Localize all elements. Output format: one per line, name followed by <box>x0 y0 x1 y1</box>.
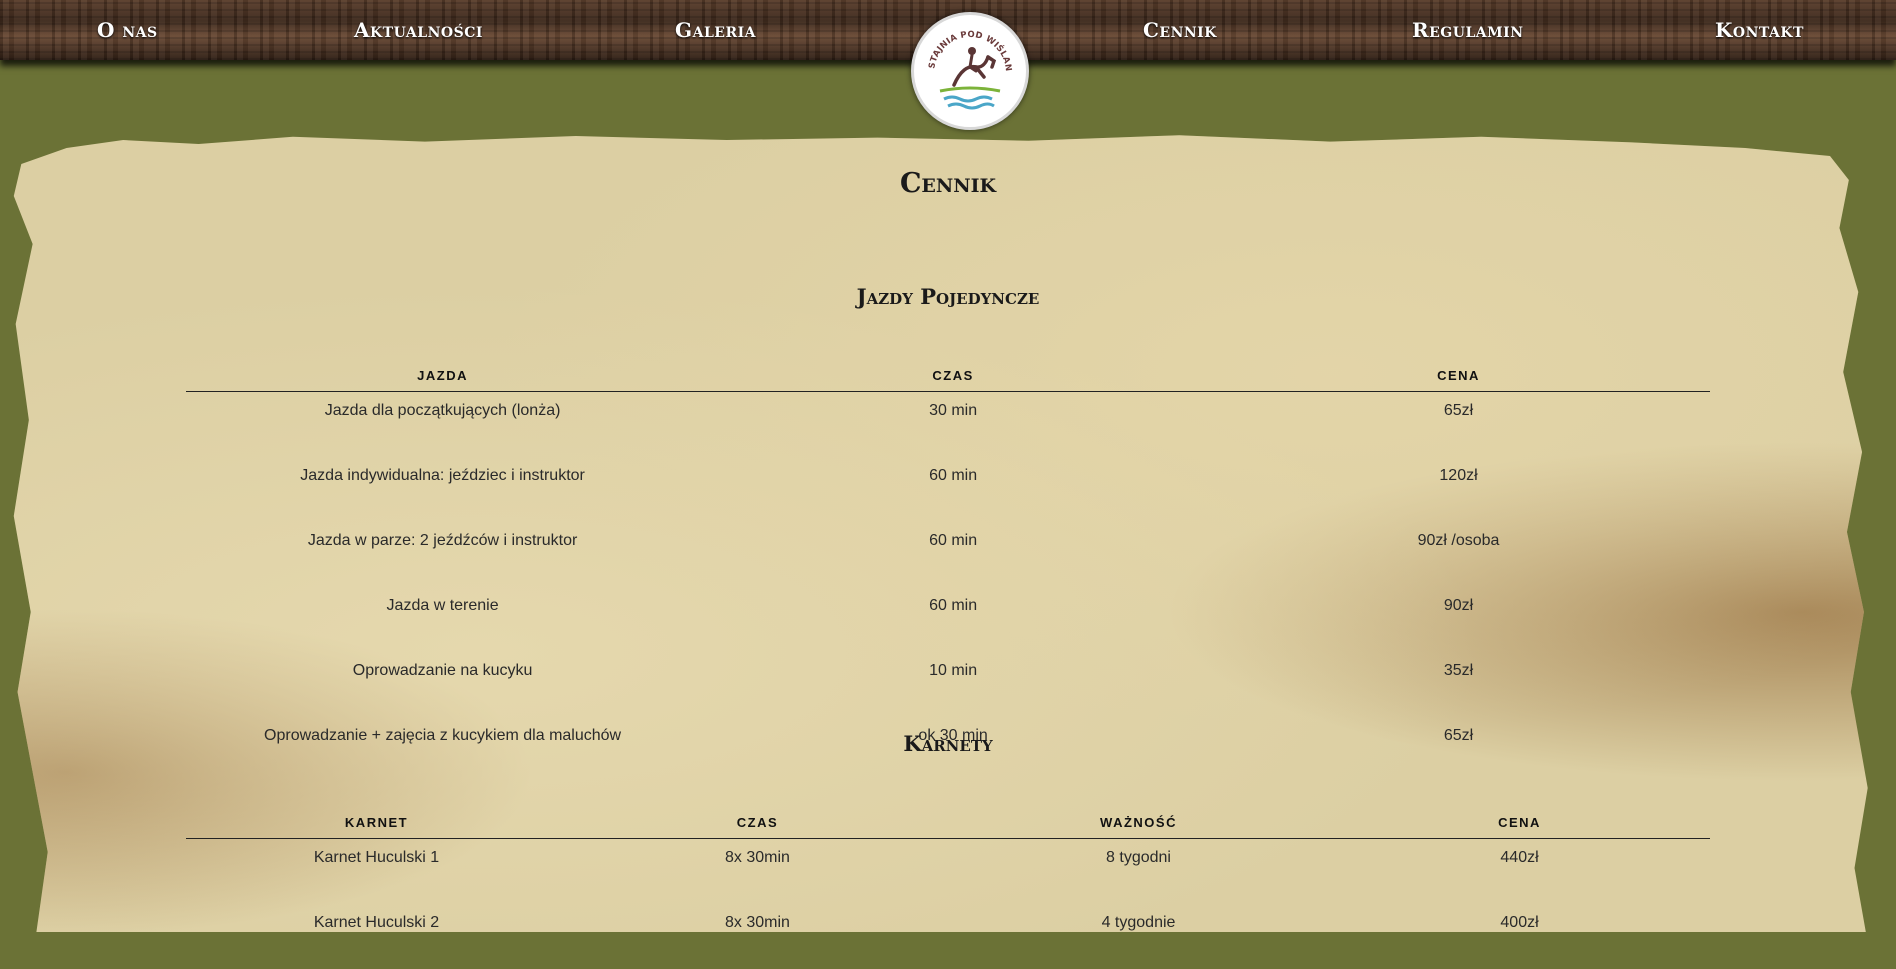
page-title: Cennik <box>899 168 997 199</box>
table-row: Karnet Huculski 2 8x 30min 4 tygodnie 40… <box>186 904 1710 969</box>
ride-price-cell: 65zł <box>1443 402 1474 419</box>
ride-time-cell: 30 min <box>929 402 978 419</box>
pass-time-cell: 8x 30min <box>725 914 790 931</box>
nav-link-aktualnosci[interactable]: Aktualności <box>354 16 483 44</box>
column-header: Jazda <box>186 346 700 392</box>
svg-text:STAJNIA POD WIŚLANYM WAŁEM: STAJNIA POD WIŚLANYM WAŁEM <box>914 15 1013 72</box>
pass-name-cell: Karnet Huculski 1 <box>313 849 440 866</box>
table-row: Jazda w parze: 2 jeźdźców i instruktor 6… <box>186 522 1710 587</box>
stable-logo[interactable]: STAJNIA POD WIŚLANYM WAŁEM <box>909 8 1029 130</box>
table-row: Jazda indywidualna: jeździec i instrukto… <box>186 457 1710 522</box>
nav-link-regulamin[interactable]: Regulamin <box>1412 16 1524 44</box>
ride-name-cell: Jazda dla początkujących (lonża) <box>324 402 561 419</box>
ride-time-cell: 60 min <box>929 467 978 484</box>
single-rides-table: Jazda Czas Cena Jazda dla początkujących… <box>186 346 1710 782</box>
column-header: Ważność <box>947 793 1330 839</box>
table-header-row: Karnet Czas Ważność Cena <box>186 793 1710 839</box>
column-header: Czas <box>699 346 1208 392</box>
nav-link-cennik[interactable]: Cennik <box>1143 16 1217 44</box>
ride-time-cell: 60 min <box>929 597 978 614</box>
ride-price-cell: 120zł <box>1439 467 1478 484</box>
section-title-jazdy: Jazdy Pojedyncze <box>856 284 1040 309</box>
pass-validity-cell: 4 tygodnie <box>1101 914 1176 931</box>
nav-link-galeria[interactable]: Galeria <box>675 16 756 44</box>
ride-name-cell: Jazda indywidualna: jeździec i instrukto… <box>300 467 585 484</box>
pass-time-cell: 8x 30min <box>725 849 790 866</box>
table-row: Jazda w terenie 60 min 90zł <box>186 587 1710 652</box>
pass-price-cell: 400zł <box>1500 914 1539 931</box>
ride-name-cell: Oprowadzanie na kucyku <box>352 662 533 679</box>
table-row: Jazda dla początkujących (lonża) 30 min … <box>186 392 1710 458</box>
table-header-row: Jazda Czas Cena <box>186 346 1710 392</box>
ride-price-cell: 35zł <box>1443 662 1474 679</box>
ride-price-cell: 90zł <box>1443 597 1474 614</box>
logo-text: STAJNIA POD WIŚLANYM WAŁEM <box>909 8 1012 72</box>
pass-validity-cell: 8 tygodni <box>1106 849 1171 866</box>
nav-link-o-nas[interactable]: O nas <box>97 16 158 44</box>
nav-link-kontakt[interactable]: Kontakt <box>1715 16 1804 44</box>
table-row: Oprowadzanie na kucyku 10 min 35zł <box>186 652 1710 717</box>
pass-name-cell: Karnet Huculski 2 <box>313 914 440 931</box>
ride-price-cell: 90zł /osoba <box>1417 532 1500 549</box>
pass-price-cell: 440zł <box>1500 849 1539 866</box>
ride-time-cell: 60 min <box>929 532 978 549</box>
column-header: Karnet <box>186 793 568 839</box>
ride-name-cell: Jazda w terenie <box>386 597 499 614</box>
column-header: Cena <box>1329 793 1710 839</box>
horse-rider-logo-icon: STAJNIA POD WIŚLANYM WAŁEM <box>909 8 1013 110</box>
section-title-karnety: Karnety <box>903 731 993 756</box>
table-row: Karnet Huculski 1 8x 30min 8 tygodni 440… <box>186 839 1710 905</box>
ride-name-cell: Jazda w parze: 2 jeźdźców i instruktor <box>307 532 578 549</box>
column-header: Czas <box>567 793 948 839</box>
column-header: Cena <box>1207 346 1710 392</box>
ride-time-cell: 10 min <box>929 662 978 679</box>
passes-table: Karnet Czas Ważność Cena Karnet Huculski… <box>186 793 1710 969</box>
